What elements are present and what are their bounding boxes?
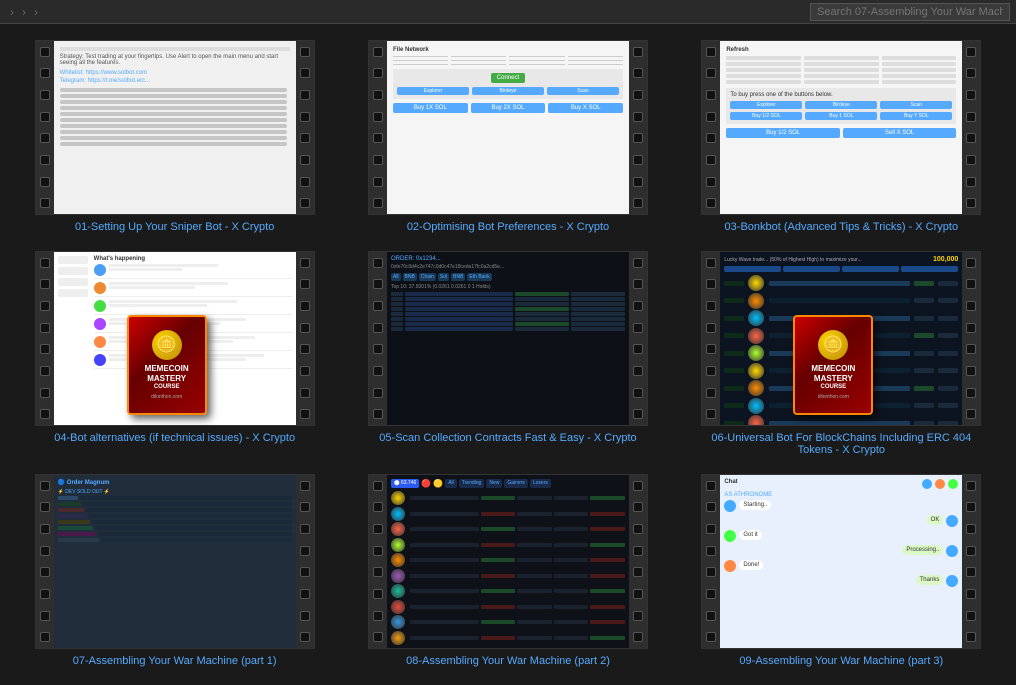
video-cell: What's happening xyxy=(8,243,341,466)
sprocket-left xyxy=(369,41,387,214)
sniper-thumb: Strategy: Test trading at your fingertip… xyxy=(54,41,296,214)
video-cell: ⬤ 63.746 🔴🟡 AllTrendingNewGainersLosers xyxy=(341,466,674,677)
video-title-06[interactable]: 06-Universal Bot For BlockChains Includi… xyxy=(701,432,981,456)
topbar-right xyxy=(802,3,1010,21)
sprocket-left xyxy=(369,252,387,425)
sprocket-right xyxy=(296,41,314,214)
video-grid: Strategy: Test trading at your fingertip… xyxy=(0,24,1016,685)
course-box: 🪙 Memecoin Mastery COURSE dilonthon.com xyxy=(127,315,207,415)
video-title-08[interactable]: 08-Assembling Your War Machine (part 2) xyxy=(406,655,610,667)
bonkbot2-thumb: Refresh To buy press one of the buttons … xyxy=(720,41,962,214)
sep-1: › xyxy=(10,5,14,19)
thumb-area: Strategy: Test trading at your fingertip… xyxy=(54,41,296,214)
sep-2: › xyxy=(22,5,26,19)
thumb-area: Refresh To buy press one of the buttons … xyxy=(720,41,962,214)
video-title-07[interactable]: 07-Assembling Your War Machine (part 1) xyxy=(73,655,277,667)
coin-icon: 🪙 xyxy=(818,330,848,360)
course-box: 🪙 Memecoin Mastery COURSE dilonthon.com xyxy=(793,315,873,415)
film-strip-01[interactable]: Strategy: Test trading at your fingertip… xyxy=(35,40,315,215)
sprocket-right xyxy=(629,252,647,425)
film-strip-05[interactable]: ORDER: 0x1234... 0xfe76c0d4c2e747c0d0c47… xyxy=(368,251,648,426)
film-strip-02[interactable]: File Network Connect xyxy=(368,40,648,215)
film-strip-06[interactable]: Lucky Wave trade... (50% of Highest High… xyxy=(701,251,981,426)
film-strip-04[interactable]: What's happening xyxy=(35,251,315,426)
video-cell: ORDER: 0x1234... 0xfe76c0d4c2e747c0d0c47… xyxy=(341,243,674,466)
topbar: › › › xyxy=(0,0,1016,24)
video-cell: Lucky Wave trade... (50% of Highest High… xyxy=(675,243,1008,466)
thumb-area: ORDER: 0x1234... 0xfe76c0d4c2e747c0d0c47… xyxy=(387,252,629,425)
course-box-img: 🪙 Memecoin Mastery COURSE dilonthon.com xyxy=(127,315,207,415)
sprocket-right xyxy=(296,252,314,425)
video-title-01[interactable]: 01-Setting Up Your Sniper Bot - X Crypto xyxy=(75,221,274,233)
bonkbot-thumb: File Network Connect xyxy=(387,41,629,214)
search-input[interactable] xyxy=(810,3,1010,21)
sprocket-right xyxy=(962,252,980,425)
sprocket-left xyxy=(702,252,720,425)
sprocket-left xyxy=(702,41,720,214)
video-title-03[interactable]: 03-Bonkbot (Advanced Tips & Tricks) - X … xyxy=(725,221,959,233)
video-cell: Chat AS ATHRONOME Starting.. xyxy=(675,466,1008,677)
thumb-area: File Network Connect xyxy=(387,41,629,214)
video-cell: 🔵 Order Magnum ⚡ DEV SOLD OUT ⚡ xyxy=(8,466,341,677)
course-box-img: 🪙 Memecoin Mastery COURSE dilonthon.com xyxy=(793,315,873,415)
sprocket-left xyxy=(36,252,54,425)
video-title-05[interactable]: 05-Scan Collection Contracts Fast & Easy… xyxy=(379,432,636,444)
sprocket-right xyxy=(629,41,647,214)
course-label: Memecoin Mastery COURSE xyxy=(145,364,189,393)
video-cell: Refresh To buy press one of the buttons … xyxy=(675,32,1008,243)
scan-thumb: ORDER: 0x1234... 0xfe76c0d4c2e747c0d0c47… xyxy=(387,252,629,425)
sprocket-right xyxy=(962,41,980,214)
sprocket-left xyxy=(36,41,54,214)
sep-3: › xyxy=(34,5,38,19)
video-title-04[interactable]: 04-Bot alternatives (if technical issues… xyxy=(54,432,295,444)
video-cell: Strategy: Test trading at your fingertip… xyxy=(8,32,341,243)
video-cell: File Network Connect xyxy=(341,32,674,243)
course-label: Memecoin Mastery COURSE xyxy=(811,364,855,393)
coin-icon: 🪙 xyxy=(152,330,182,360)
video-title-02[interactable]: 02-Optimising Bot Preferences - X Crypto xyxy=(407,221,609,233)
film-strip-03[interactable]: Refresh To buy press one of the buttons … xyxy=(701,40,981,215)
video-title-09[interactable]: 09-Assembling Your War Machine (part 3) xyxy=(739,655,943,667)
